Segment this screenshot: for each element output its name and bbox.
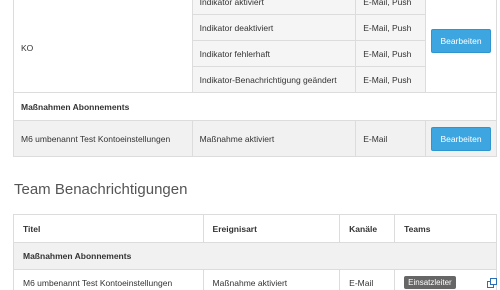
section-row: Maßnahmen Abonnements xyxy=(13,242,497,270)
team-notifications-table: Titel Ereignisart Kanäle Teams Maßnahmen… xyxy=(13,214,497,290)
table-row: M6 umbenannt Test Kontoeinstellungen Maß… xyxy=(13,120,497,157)
table-row: KO Indikator aktiviert E-Mail, Push Bear… xyxy=(13,0,497,93)
section-heading: Team Benachrichtigungen xyxy=(14,181,188,198)
measure-title: M6 umbenannt Test Kontoeinstellungen xyxy=(13,120,193,157)
event-cell: Indikator aktiviert xyxy=(191,0,357,15)
channels-cell: E-Mail, Push xyxy=(355,40,427,67)
channels-cell: E-Mail, Push xyxy=(355,14,427,41)
column-header-channels[interactable]: Kanäle xyxy=(339,214,396,243)
event-cell: Indikator fehlerhaft xyxy=(191,40,357,67)
edit-button[interactable]: Bearbeiten xyxy=(431,28,491,53)
section-title: Maßnahmen Abonnements xyxy=(13,242,497,270)
row-teams: Einsatzleiter xyxy=(394,269,497,290)
action-cell: Bearbeiten xyxy=(425,120,497,157)
event-cell: Indikator deaktiviert xyxy=(191,14,357,41)
column-header-title[interactable]: Titel xyxy=(13,214,204,243)
measure-event: Maßnahme aktiviert xyxy=(191,120,357,157)
section-title: Maßnahmen Abonnements xyxy=(13,92,497,121)
team-badge: Einsatzleiter xyxy=(404,276,456,289)
section-row: Maßnahmen Abonnements xyxy=(13,92,497,121)
channels-cell: E-Mail, Push xyxy=(355,0,427,15)
table-row: M6 umbenannt Test Kontoeinstellungen Maß… xyxy=(13,269,497,290)
user-notifications-table: KO Indikator aktiviert E-Mail, Push Bear… xyxy=(13,0,497,157)
row-event: Maßnahme aktiviert xyxy=(202,269,341,290)
edit-button[interactable]: Bearbeiten xyxy=(431,126,491,151)
row-channels: E-Mail xyxy=(339,269,396,290)
column-header-event[interactable]: Ereignisart xyxy=(202,214,341,243)
table-header-row: Titel Ereignisart Kanäle Teams xyxy=(13,214,497,243)
event-cell: Indikator-Benachrichtigung geändert xyxy=(191,66,357,93)
action-cell: Bearbeiten xyxy=(425,0,497,93)
measure-channels: E-Mail xyxy=(355,120,427,157)
column-header-teams[interactable]: Teams xyxy=(394,214,497,243)
group-label: KO xyxy=(13,0,193,93)
channels-cell: E-Mail, Push xyxy=(355,66,427,93)
row-title: M6 umbenannt Test Kontoeinstellungen xyxy=(13,269,204,290)
expand-icon[interactable] xyxy=(487,278,497,288)
